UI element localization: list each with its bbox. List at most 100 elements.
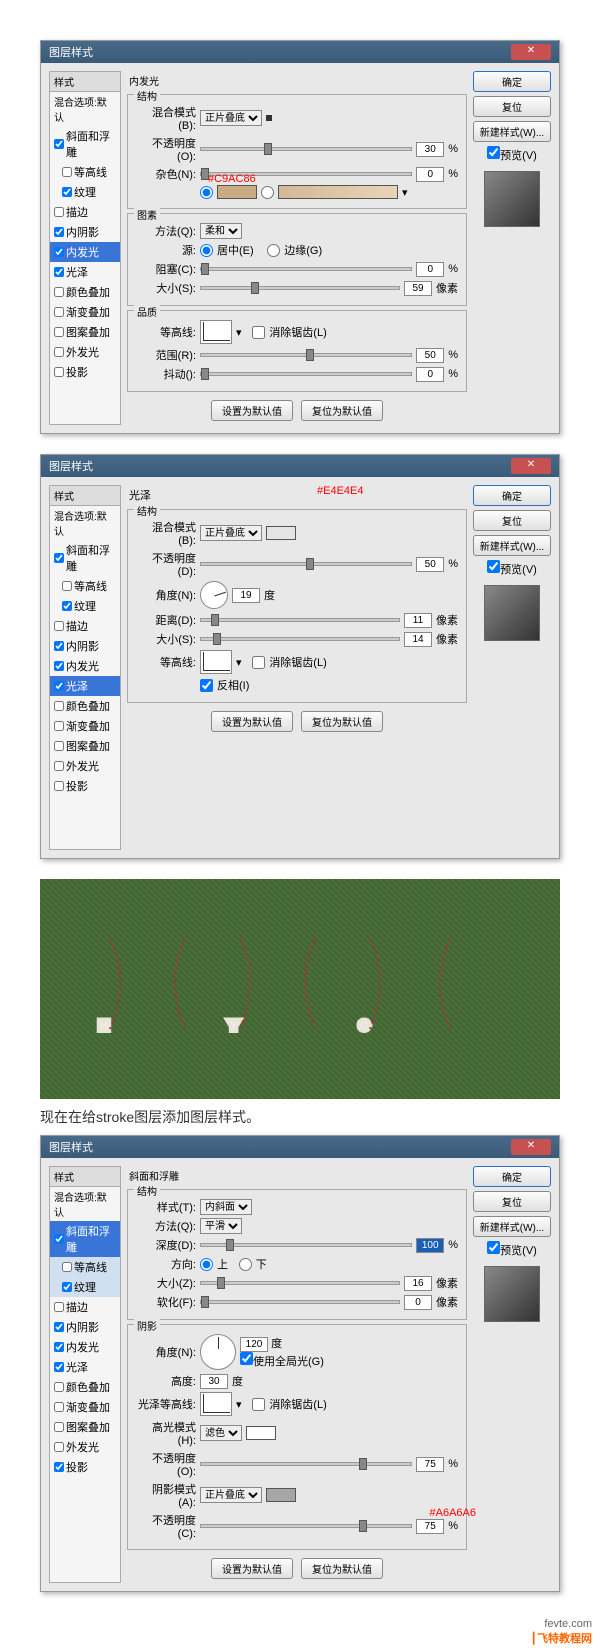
size-input[interactable] <box>404 1276 432 1291</box>
jitter-input[interactable] <box>416 367 444 382</box>
opacity-slider[interactable] <box>200 147 412 151</box>
checkbox[interactable] <box>54 367 64 377</box>
new-style-button[interactable]: 新建样式(W)... <box>473 121 551 142</box>
sidebar-item-contour[interactable]: 等高线 <box>50 1257 120 1277</box>
size-slider[interactable] <box>200 1281 400 1285</box>
preview-check[interactable] <box>487 146 500 159</box>
dropdown-icon[interactable]: ▾ <box>402 186 410 199</box>
hilite-swatch[interactable] <box>246 1426 276 1440</box>
edge-radio[interactable] <box>267 244 280 257</box>
blend-options[interactable]: 混合选项:默认 <box>50 506 120 540</box>
altitude-input[interactable] <box>200 1374 228 1389</box>
sidebar-item-satin[interactable]: 光泽 <box>50 1357 120 1377</box>
sidebar-item-outerglow[interactable]: 外发光 <box>50 342 120 362</box>
color-swatch[interactable] <box>266 526 296 540</box>
angle-dial[interactable] <box>200 581 228 609</box>
sidebar-item-contour[interactable]: 等高线 <box>50 162 120 182</box>
preview-check[interactable] <box>487 1241 500 1254</box>
sidebar-item-innershadow[interactable]: 内阴影 <box>50 1317 120 1337</box>
sidebar-item-satin[interactable]: 光泽 <box>50 262 120 282</box>
shadow-swatch[interactable] <box>266 1488 296 1502</box>
soften-slider[interactable] <box>200 1300 400 1304</box>
color-swatch[interactable] <box>217 185 257 199</box>
sidebar-item-texture[interactable]: 纹理 <box>50 182 120 202</box>
dist-slider[interactable] <box>200 618 400 622</box>
sidebar-item-dropshadow[interactable]: 投影 <box>50 1457 120 1477</box>
ok-button[interactable]: 确定 <box>473 71 551 92</box>
reset-button[interactable]: 复位为默认值 <box>301 711 383 732</box>
ok-button[interactable]: 确定 <box>473 485 551 506</box>
sidebar-item-gradoverlay[interactable]: 渐变叠加 <box>50 1397 120 1417</box>
antialias-check[interactable] <box>252 326 265 339</box>
technique-select[interactable]: 柔和 <box>200 223 242 239</box>
default-button[interactable]: 设置为默认值 <box>211 400 293 421</box>
sidebar-item-satin[interactable]: 光泽 <box>50 676 120 696</box>
blend-select[interactable]: 正片叠底 <box>200 525 262 541</box>
technique-select[interactable]: 平滑 <box>200 1218 242 1234</box>
sidebar-item-contour[interactable]: 等高线 <box>50 576 120 596</box>
sidebar-item-outerglow[interactable]: 外发光 <box>50 756 120 776</box>
checkbox[interactable] <box>62 167 72 177</box>
hilite-select[interactable]: 滤色 <box>200 1425 242 1441</box>
cancel-button[interactable]: 复位 <box>473 96 551 117</box>
sidebar-item-coloroverlay[interactable]: 颜色叠加 <box>50 1377 120 1397</box>
cancel-button[interactable]: 复位 <box>473 510 551 531</box>
depth-slider[interactable] <box>200 1243 412 1247</box>
sidebar-item-dropshadow[interactable]: 投影 <box>50 362 120 382</box>
sidebar-item-patoverlay[interactable]: 图案叠加 <box>50 1417 120 1437</box>
center-radio[interactable] <box>200 244 213 257</box>
sidebar-item-innerglow[interactable]: 内发光 <box>50 1337 120 1357</box>
sidebar-item-stroke[interactable]: 描边 <box>50 1297 120 1317</box>
depth-input[interactable] <box>416 1238 444 1253</box>
gloss-contour[interactable] <box>200 1392 232 1416</box>
dropdown-icon[interactable]: ▾ <box>236 656 242 669</box>
angle-dial[interactable] <box>200 1334 236 1370</box>
checkbox[interactable] <box>54 347 64 357</box>
preview-check[interactable] <box>487 560 500 573</box>
checkbox[interactable] <box>54 267 64 277</box>
sidebar-item-stroke[interactable]: 描边 <box>50 616 120 636</box>
dropdown-icon[interactable]: ▾ <box>236 1398 242 1411</box>
gradient-radio[interactable] <box>261 186 274 199</box>
checkbox[interactable] <box>54 227 64 237</box>
range-slider[interactable] <box>200 353 412 357</box>
default-button[interactable]: 设置为默认值 <box>211 1558 293 1579</box>
sidebar-item-innershadow[interactable]: 内阴影 <box>50 636 120 656</box>
checkbox[interactable] <box>54 139 64 149</box>
blend-options[interactable]: 混合选项:默认 <box>50 1187 120 1221</box>
sidebar-item-dropshadow[interactable]: 投影 <box>50 776 120 796</box>
sidebar-item-innerglow[interactable]: 内发光 <box>50 656 120 676</box>
gradient-swatch[interactable] <box>278 185 398 199</box>
checkbox[interactable] <box>54 307 64 317</box>
opacity-slider[interactable] <box>200 562 412 566</box>
new-style-button[interactable]: 新建样式(W)... <box>473 535 551 556</box>
sidebar-item-gradoverlay[interactable]: 渐变叠加 <box>50 716 120 736</box>
sidebar-item-innershadow[interactable]: 内阴影 <box>50 222 120 242</box>
checkbox[interactable] <box>54 207 64 217</box>
checkbox[interactable] <box>62 187 72 197</box>
hopacity-slider[interactable] <box>200 1462 412 1466</box>
opacity-input[interactable] <box>416 557 444 572</box>
global-check[interactable] <box>240 1352 253 1365</box>
opacity-input[interactable] <box>416 142 444 157</box>
default-button[interactable]: 设置为默认值 <box>211 711 293 732</box>
close-icon[interactable]: ✕ <box>511 458 551 474</box>
blend-select[interactable]: 正片叠底 <box>200 110 262 126</box>
size-input[interactable] <box>404 281 432 296</box>
size-input[interactable] <box>404 632 432 647</box>
choke-slider[interactable] <box>200 267 412 271</box>
sopacity-slider[interactable] <box>200 1524 412 1528</box>
reset-button[interactable]: 复位为默认值 <box>301 400 383 421</box>
contour-picker[interactable] <box>200 320 232 344</box>
soften-input[interactable] <box>404 1295 432 1310</box>
choke-input[interactable] <box>416 262 444 277</box>
hopacity-input[interactable] <box>416 1457 444 1472</box>
noise-input[interactable] <box>416 167 444 182</box>
shadow-select[interactable]: 正片叠底 <box>200 1487 262 1503</box>
checkbox[interactable] <box>54 287 64 297</box>
blend-options[interactable]: 混合选项:默认 <box>50 92 120 126</box>
angle-input[interactable] <box>232 588 260 603</box>
checkbox[interactable] <box>54 247 64 257</box>
range-input[interactable] <box>416 348 444 363</box>
sidebar-item-coloroverlay[interactable]: 颜色叠加 <box>50 696 120 716</box>
